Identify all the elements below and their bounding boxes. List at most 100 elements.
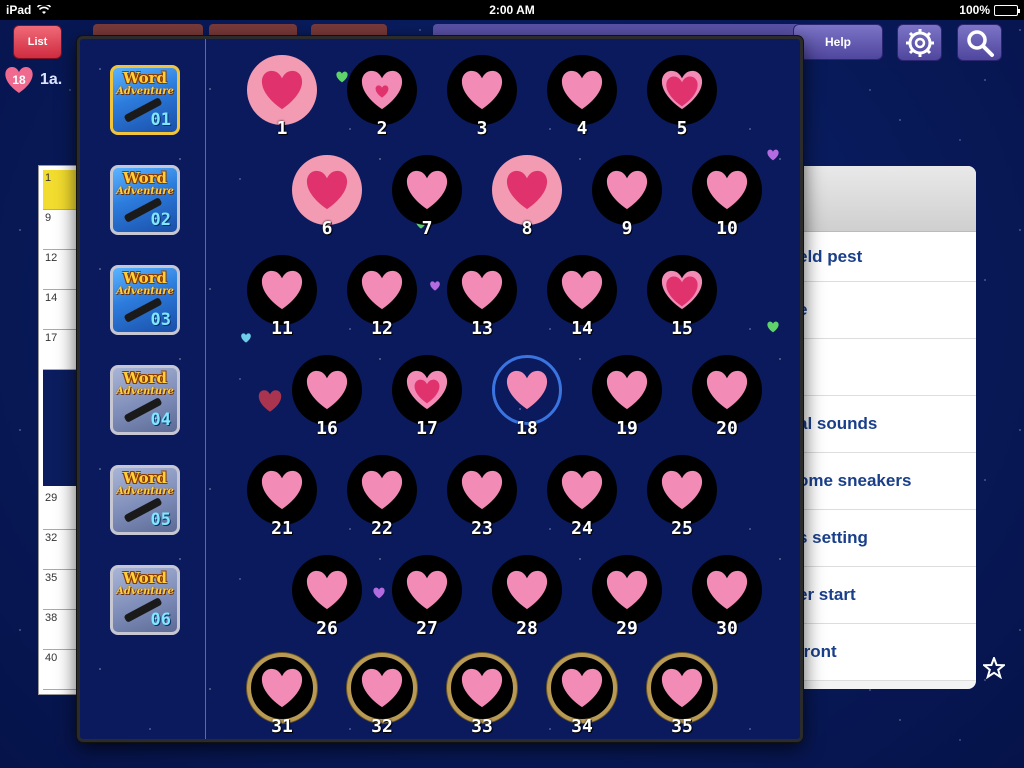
episode-number: 03 [150, 310, 171, 330]
level-button-30[interactable]: 30 [691, 555, 763, 639]
level-button-4[interactable]: 4 [546, 55, 618, 139]
episode-subtitle: Adventure [116, 86, 174, 97]
level-button-17[interactable]: 17 [391, 355, 463, 439]
level-button-8[interactable]: 8 [491, 155, 563, 239]
level-button-23[interactable]: 23 [446, 455, 518, 539]
heart-icon [406, 570, 448, 610]
episode-title: Word [122, 269, 168, 287]
level-button-2[interactable]: 2 [346, 55, 418, 139]
episode-thumb-02[interactable]: Word Adventure 02 [110, 165, 180, 235]
episode-number: 05 [150, 510, 171, 530]
level-number: 11 [271, 318, 293, 339]
level-number: 19 [616, 418, 638, 439]
level-button-33[interactable]: 33 [446, 653, 518, 737]
level-button-25[interactable]: 25 [646, 455, 718, 539]
grid-cell[interactable]: 9 [43, 210, 79, 250]
level-number: 5 [676, 118, 688, 139]
clue-item[interactable]: ome sneakers [790, 453, 976, 510]
level-number: 31 [271, 716, 293, 737]
level-button-21[interactable]: 21 [246, 455, 318, 539]
level-button-24[interactable]: 24 [546, 455, 618, 539]
level-button-20[interactable]: 20 [691, 355, 763, 439]
level-button-7[interactable]: 7 [391, 155, 463, 239]
star-icon [983, 657, 1005, 679]
level-button-9[interactable]: 9 [591, 155, 663, 239]
level-number: 34 [571, 716, 593, 737]
level-button-35[interactable]: 35 [646, 653, 718, 737]
episode-thumb-03[interactable]: Word Adventure 03 [110, 265, 180, 335]
level-button-26[interactable]: 26 [291, 555, 363, 639]
grid-cell[interactable]: 35 [43, 570, 79, 610]
level-badge-number: 18 [12, 73, 26, 87]
level-button-13[interactable]: 13 [446, 255, 518, 339]
grid-cell[interactable]: 12 [43, 250, 79, 290]
level-button-32[interactable]: 32 [346, 653, 418, 737]
level-button-12[interactable]: 12 [346, 255, 418, 339]
episode-thumb-04[interactable]: Word Adventure 04 [110, 365, 180, 435]
level-button-16[interactable]: 16 [291, 355, 363, 439]
level-button-5[interactable]: 5 [646, 55, 718, 139]
grid-cell[interactable]: 1 [43, 170, 79, 210]
clue-item[interactable]: al sounds [790, 396, 976, 453]
grid-cell[interactable]: 29 [43, 490, 79, 530]
help-button[interactable]: Help [793, 24, 883, 60]
level-circle [347, 455, 417, 525]
level-number: 29 [616, 618, 638, 639]
level-circle [592, 355, 662, 425]
clue-item[interactable]: e [790, 282, 976, 339]
heart-icon [767, 149, 779, 161]
search-button[interactable] [957, 24, 1002, 61]
level-button-22[interactable]: 22 [346, 455, 418, 539]
level-button-31[interactable]: 31 [246, 653, 318, 737]
level-button-19[interactable]: 19 [591, 355, 663, 439]
level-badge: 18 [2, 66, 36, 94]
heart-icon [706, 170, 748, 210]
clue-item[interactable]: eld pest [790, 232, 976, 282]
level-button-28[interactable]: 28 [491, 555, 563, 639]
clue-item[interactable]: s setting [790, 510, 976, 567]
episode-subtitle: Adventure [116, 286, 174, 297]
heart-icon [661, 70, 703, 110]
settings-button[interactable] [897, 24, 942, 61]
grid-cell[interactable]: 32 [43, 530, 79, 570]
grid-cell[interactable]: 40 [43, 650, 79, 690]
level-number: 21 [271, 518, 293, 539]
status-left: iPad [6, 3, 52, 17]
grid-cell[interactable]: 38 [43, 610, 79, 650]
level-number: 22 [371, 518, 393, 539]
level-button-34[interactable]: 34 [546, 653, 618, 737]
grid-cell[interactable]: 14 [43, 290, 79, 330]
level-button-27[interactable]: 27 [391, 555, 463, 639]
level-button-1[interactable]: 1 [246, 55, 318, 139]
episode-title: Word [122, 469, 168, 487]
episode-thumb-01[interactable]: Word Adventure 01 [110, 65, 180, 135]
level-circle [547, 455, 617, 525]
level-button-29[interactable]: 29 [591, 555, 663, 639]
level-button-15[interactable]: 15 [646, 255, 718, 339]
episode-thumb-05[interactable]: Word Adventure 05 [110, 465, 180, 535]
clue-item[interactable] [790, 339, 976, 396]
level-button-11[interactable]: 11 [246, 255, 318, 339]
grid-cell[interactable]: 17 [43, 330, 79, 370]
heart-icon [461, 70, 503, 110]
heart-icon [561, 270, 603, 310]
episode-thumb-06[interactable]: Word Adventure 06 [110, 565, 180, 635]
level-number: 1 [276, 118, 288, 139]
list-button[interactable]: List [13, 25, 62, 59]
level-button-14[interactable]: 14 [546, 255, 618, 339]
clue-item[interactable]: er start [790, 567, 976, 624]
level-number: 4 [576, 118, 588, 139]
level-circle [492, 555, 562, 625]
episode-number: 01 [150, 110, 171, 130]
clue-list-header [790, 166, 976, 232]
level-button-6[interactable]: 6 [291, 155, 363, 239]
level-circle [392, 155, 462, 225]
level-select-popover: Word Adventure 01 Word Adventure 02 Word Advent… [77, 36, 803, 742]
clue-item[interactable]: front [790, 624, 976, 681]
level-button-18[interactable]: 18 [491, 355, 563, 439]
current-clue: 1a. [40, 71, 63, 88]
level-button-3[interactable]: 3 [446, 55, 518, 139]
episode-title: Word [122, 169, 168, 187]
episode-number: 02 [150, 210, 171, 230]
level-button-10[interactable]: 10 [691, 155, 763, 239]
